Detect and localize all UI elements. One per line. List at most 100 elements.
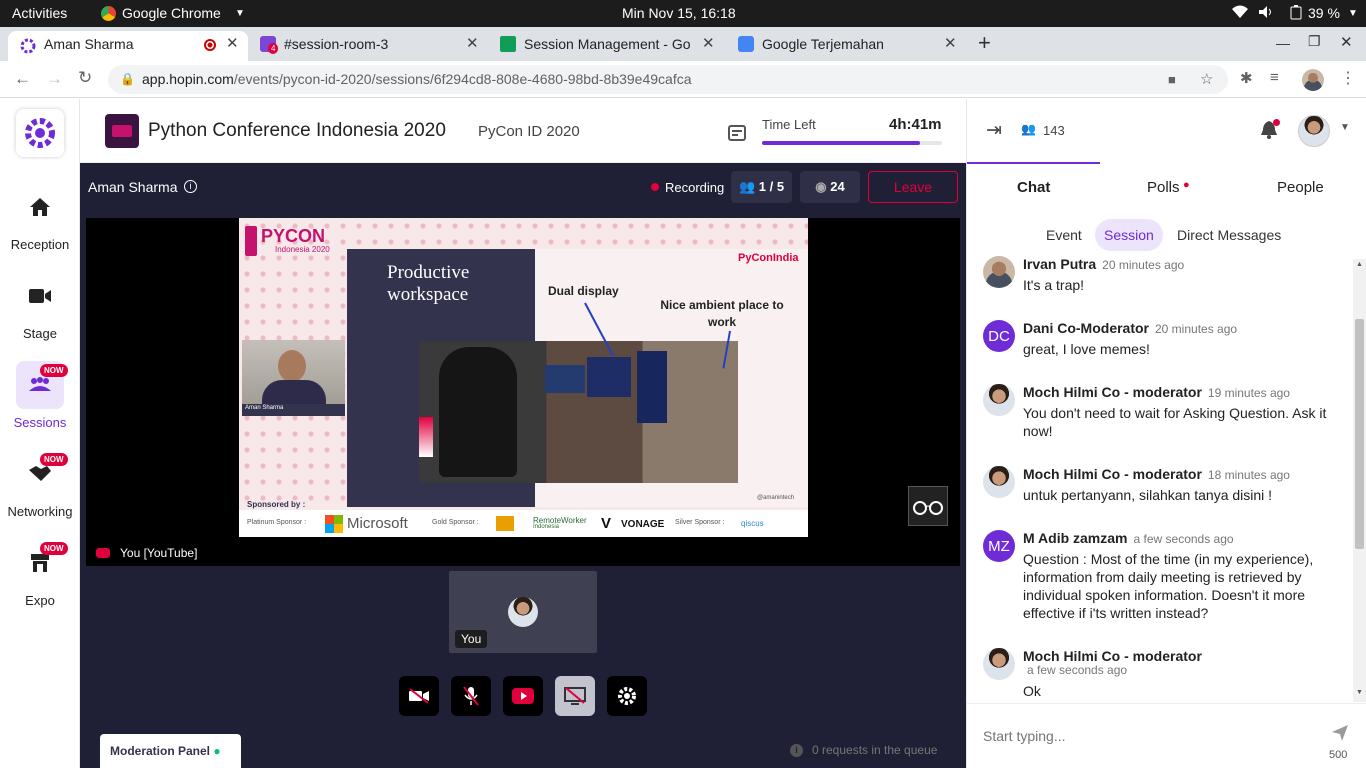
close-tab-icon[interactable]: ✕ (944, 31, 957, 57)
self-avatar (508, 597, 538, 627)
author-name: M Adib zamzam (1023, 530, 1128, 546)
message-text: You don't need to wait for Asking Questi… (1023, 405, 1327, 439)
people-icon: 👥 (738, 179, 759, 194)
info-icon[interactable]: i (184, 180, 197, 193)
people-icon: 👥 (1021, 122, 1036, 136)
nav-reception[interactable]: Reception (0, 183, 80, 252)
chat-input[interactable] (983, 722, 1313, 750)
user-avatar[interactable] (1298, 115, 1330, 147)
scroll-up-icon[interactable]: ▲ (1356, 261, 1363, 268)
app-menu[interactable]: Google Chrome (122, 5, 221, 21)
collapse-panel-icon[interactable]: ⇥ (986, 119, 1002, 142)
participants-count[interactable]: 👥 1 / 5 (731, 171, 792, 203)
scroll-down-icon[interactable]: ▼ (1356, 689, 1363, 696)
close-tab-icon[interactable]: ✕ (466, 31, 479, 57)
nav-expo[interactable]: NOW Expo (0, 539, 80, 608)
camera-off-button[interactable] (399, 676, 439, 716)
url-field[interactable]: 🔒 app.hopin.com/events/pycon-id-2020/ses… (108, 65, 1228, 94)
subtab-session[interactable]: Session (1095, 219, 1163, 251)
translate-icon (738, 36, 754, 52)
user-avatar (983, 466, 1015, 498)
now-badge: NOW (40, 364, 68, 377)
speaker-cam-name: Aman Sharma (245, 405, 284, 411)
message-time: a few seconds ago (1133, 532, 1234, 546)
nav-label: Stage (23, 326, 57, 341)
message-list: Irvan Putra 20 minutes ago It's a trap! D… (967, 254, 1353, 702)
left-navigation: Reception Stage NOW Sessions NOW Network… (0, 99, 80, 768)
tab-people[interactable]: People (1277, 179, 1324, 196)
subtab-direct-messages[interactable]: Direct Messages (1177, 227, 1281, 243)
close-tab-icon[interactable]: ✕ (226, 31, 239, 57)
queue-status: 0 requests in the queue (812, 743, 938, 757)
glasses-icon[interactable] (908, 486, 948, 526)
panel-header-underline (967, 162, 1100, 164)
extensions-icon[interactable]: ✱ (1240, 69, 1253, 87)
chevron-down-icon[interactable]: ▼ (1348, 8, 1358, 19)
home-icon (16, 183, 64, 231)
viewers-count[interactable]: ◉ 24 (800, 171, 860, 203)
time-left-value: 4h:41m (889, 116, 942, 133)
tab-title: Aman Sharma (44, 36, 134, 52)
nav-stage[interactable]: Stage (0, 272, 80, 341)
calendar-icon[interactable] (728, 123, 746, 146)
screen-share-button[interactable] (555, 676, 595, 716)
flag-shape (419, 417, 433, 457)
video-camera-icon (16, 272, 64, 320)
back-icon[interactable]: ← (14, 69, 31, 89)
send-icon[interactable] (1331, 724, 1349, 747)
new-tab-button[interactable]: + (978, 30, 991, 56)
message-text: Question : Most of the time (in my exper… (1023, 551, 1314, 621)
main-video[interactable]: PYCON Indonesia 2020 Productive workspac… (86, 218, 960, 566)
event-logo (105, 114, 139, 148)
moderation-label: Moderation Panel (110, 744, 211, 758)
mic-off-button[interactable] (451, 676, 491, 716)
youtube-icon (96, 548, 110, 558)
menu-icon[interactable]: ⋮ (1340, 68, 1356, 88)
now-badge: NOW (40, 453, 68, 466)
slide-label-ambient: Nice ambient place to work (660, 298, 784, 329)
star-icon[interactable]: ☆ (1200, 65, 1213, 94)
tab-session-management[interactable]: Session Management - Go ✕ (488, 31, 724, 61)
url-path: /events/pycon-id-2020/sessions/6f294cd8-… (233, 71, 692, 87)
profile-avatar[interactable] (1302, 69, 1324, 91)
settings-button[interactable] (607, 676, 647, 716)
user-initials-avatar: DC (983, 320, 1015, 352)
slide-platinum-label: Platinum Sponsor : (247, 519, 307, 526)
tab-polls[interactable]: Polls (1147, 179, 1180, 196)
wifi-icon[interactable] (1232, 5, 1248, 22)
close-tab-icon[interactable]: ✕ (702, 31, 715, 57)
moderation-panel-tab[interactable]: Moderation Panel ● (100, 734, 241, 768)
forward-icon[interactable]: → (46, 69, 63, 89)
nav-networking[interactable]: NOW Networking (0, 450, 80, 519)
tab-session-room[interactable]: 4 #session-room-3 ✕ (248, 31, 488, 61)
scrollbar[interactable]: ▲ ▼ (1353, 259, 1366, 702)
message-text: It's a trap! (1023, 277, 1085, 293)
self-video-tile[interactable]: You (449, 571, 597, 653)
youtube-stream-button[interactable] (503, 676, 543, 716)
minimize-button[interactable]: — (1276, 35, 1290, 51)
reload-icon[interactable]: ↻ (78, 68, 92, 88)
message-time: 19 minutes ago (1207, 386, 1290, 400)
subtab-event[interactable]: Event (1046, 227, 1082, 243)
close-window-button[interactable]: ✕ (1340, 33, 1353, 51)
reading-list-icon[interactable]: ≡ (1270, 69, 1279, 86)
scrollbar-thumb[interactable] (1355, 319, 1364, 549)
volume-icon[interactable] (1258, 5, 1274, 22)
activities-button[interactable]: Activities (12, 5, 67, 21)
event-organizer[interactable]: PyCon ID 2020 (478, 123, 580, 140)
clock[interactable]: Min Nov 15, 16:18 (622, 5, 736, 21)
tab-chat[interactable]: Chat (1017, 179, 1050, 196)
nav-sessions[interactable]: NOW Sessions (0, 361, 80, 430)
chevron-down-icon[interactable]: ▼ (1340, 122, 1350, 133)
camera-icon[interactable]: ■ (1168, 65, 1176, 94)
message-time: 18 minutes ago (1207, 468, 1290, 482)
battery-icon[interactable] (1290, 5, 1302, 23)
hopin-logo[interactable] (16, 109, 64, 157)
tab-aman-sharma[interactable]: Aman Sharma ✕ (8, 31, 248, 61)
stream-label: You [YouTube] (120, 546, 198, 560)
slide-microsoft: Microsoft (347, 515, 408, 532)
maximize-button[interactable]: ❐ (1308, 33, 1321, 50)
leave-button[interactable]: Leave (868, 171, 958, 203)
online-count: 143 (1043, 123, 1065, 138)
tab-google-terjemahan[interactable]: Google Terjemahan ✕ (726, 31, 966, 61)
